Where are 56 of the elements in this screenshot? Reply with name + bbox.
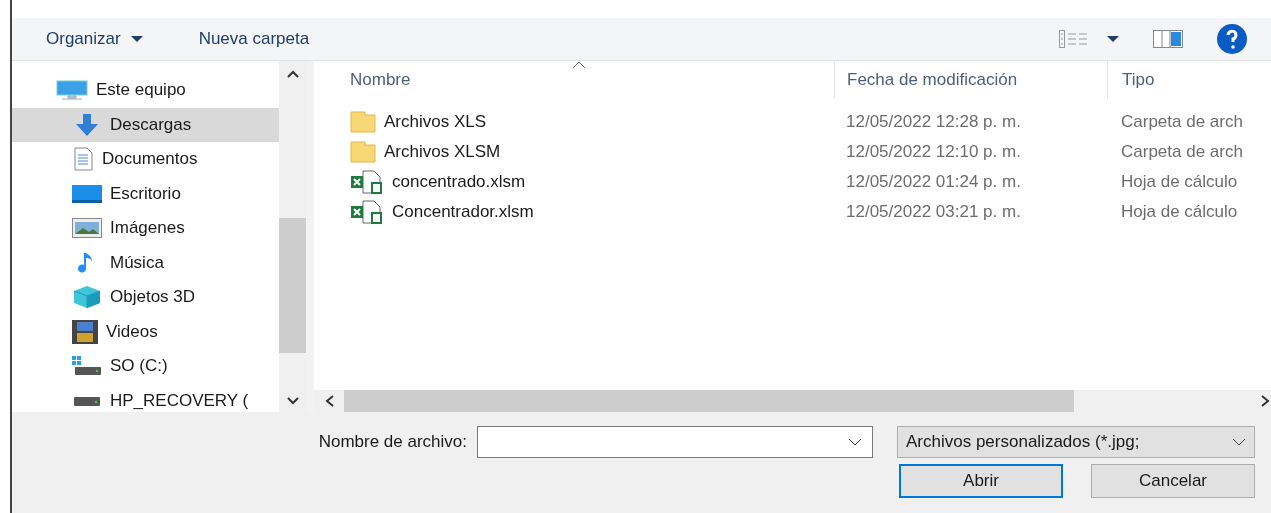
file-type: Hoja de cálculo: [1120, 172, 1239, 192]
organize-button[interactable]: Organizar: [46, 25, 143, 53]
file-name[interactable]: concentrado.xlsm: [392, 172, 526, 192]
film-icon: [72, 319, 98, 344]
scrollbar-thumb[interactable]: [344, 390, 1074, 412]
document-icon: [72, 147, 94, 172]
sidebar-item[interactable]: Videos: [12, 314, 279, 349]
file-name[interactable]: Archivos XLS: [384, 112, 487, 132]
sidebar-item[interactable]: Imágenes: [12, 211, 279, 246]
scroll-up-icon[interactable]: [285, 69, 300, 79]
caret-icon[interactable]: [1107, 36, 1119, 42]
cancel-button[interactable]: Cancelar: [1091, 464, 1255, 498]
file-type: Hoja de cálculo: [1120, 202, 1239, 222]
file-name[interactable]: Concentrador.xlsm: [392, 202, 534, 222]
caret-icon: [130, 36, 143, 42]
desktop-icon: [72, 184, 102, 203]
open-button[interactable]: Abrir: [899, 464, 1063, 498]
drive-icon: [72, 394, 102, 407]
scrollbar-thumb[interactable]: [279, 218, 306, 353]
preview-pane-icon[interactable]: [1153, 30, 1183, 48]
file-type: Carpeta de arch: [1120, 112, 1244, 132]
picture-frame-icon: [72, 218, 102, 239]
folder-icon: [350, 111, 376, 133]
drive-icon: [72, 356, 102, 377]
sidebar-item[interactable]: Objetos 3D: [12, 280, 279, 315]
column-header[interactable]: Fecha de modificación: [834, 61, 1107, 99]
sidebar-item[interactable]: SO (C:): [12, 349, 279, 384]
sidebar-item[interactable]: Documentos: [12, 142, 279, 177]
folder-icon: [350, 141, 376, 163]
spreadsheet-file-icon: [350, 170, 384, 194]
modified-date: 12/05/2022 12:10 p. m.: [845, 142, 1022, 162]
help-icon[interactable]: [1217, 24, 1247, 54]
file-type-dropdown[interactable]: Archivos personalizados (*.jpg;: [897, 426, 1255, 458]
modified-date: 12/05/2022 03:21 p. m.: [845, 202, 1022, 222]
file-name-field[interactable]: [477, 426, 873, 458]
file-type: Carpeta de arch: [1120, 142, 1244, 162]
chevron-down-icon[interactable]: [848, 438, 862, 446]
sidebar-item[interactable]: Música: [12, 245, 279, 280]
sidebar-item[interactable]: HP_RECOVERY (: [12, 383, 279, 412]
sidebar-item[interactable]: Descargas: [12, 107, 279, 142]
chevron-down-icon: [1232, 438, 1246, 446]
sidebar-item[interactable]: Este equipo: [12, 73, 279, 108]
monitor-icon: [56, 80, 88, 101]
spreadsheet-file-icon: [350, 200, 384, 224]
file-name-label: Nombre de archivo:: [318, 432, 467, 452]
column-header[interactable]: Nombre: [314, 61, 834, 99]
column-header[interactable]: Tipo: [1107, 61, 1271, 99]
scroll-left-icon[interactable]: [324, 394, 336, 408]
file-name[interactable]: Archivos XLSM: [384, 142, 501, 162]
scroll-right-icon[interactable]: [1259, 394, 1271, 408]
sidebar-item[interactable]: Escritorio: [12, 176, 279, 211]
modified-date: 12/05/2022 01:24 p. m.: [845, 172, 1022, 192]
modified-date: 12/05/2022 12:28 p. m.: [845, 112, 1022, 132]
scroll-down-icon[interactable]: [285, 396, 300, 406]
new-folder-button[interactable]: Nueva carpeta: [198, 25, 310, 53]
cube-icon: [72, 285, 102, 310]
